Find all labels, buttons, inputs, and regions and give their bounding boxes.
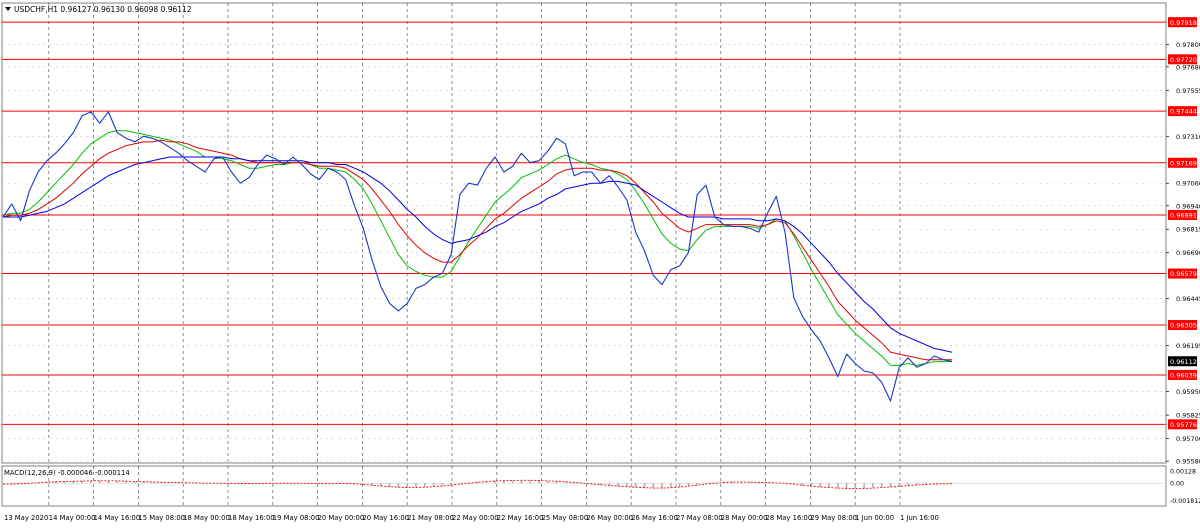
macd-tick-label: 0.00	[1170, 481, 1184, 488]
y-tick-label: 0.95950	[1176, 388, 1200, 396]
x-tick-label: 13 May 2020	[4, 514, 48, 522]
level-tag-label: 0.96891	[1170, 212, 1197, 220]
x-tick-label: 22 May 16:00	[497, 514, 544, 522]
y-tick-label: 0.96445	[1176, 295, 1200, 303]
y-tick-label: 0.97680	[1176, 63, 1200, 71]
x-tick-label: 20 May 16:00	[362, 514, 409, 522]
y-tick-label: 0.97800	[1176, 41, 1200, 49]
x-tick-label: 18 May 16:00	[228, 514, 275, 522]
current-price-label: 0.96112	[1170, 358, 1197, 366]
chart-title: USDCHF,H1 0.96127 0.96130 0.96098 0.9611…	[14, 5, 192, 14]
level-tag-label: 0.97169	[1170, 159, 1197, 167]
x-tick-label: 14 May 00:00	[49, 514, 96, 522]
level-tag-label: 0.96305	[1170, 322, 1197, 330]
y-tick-label: 0.95700	[1176, 435, 1200, 443]
x-tick-label: 18 May 00:00	[183, 514, 230, 522]
x-tick-label: 20 May 00:00	[318, 514, 365, 522]
y-tick-label: 0.97555	[1176, 87, 1200, 95]
x-tick-label: 25 May 08:00	[542, 514, 589, 522]
level-tag-label: 0.97918	[1170, 19, 1197, 27]
level-tag-label: 0.95776	[1170, 421, 1197, 429]
chart-window: 13 May 2020 14 May 00:00 14 May 16:00 15 Ma…	[0, 0, 1200, 525]
chart-svg: 13 May 2020 14 May 00:0014 May 16:0015 Ma…	[0, 0, 1200, 525]
level-tag-label: 0.96039	[1170, 372, 1197, 380]
chart-background	[0, 0, 1200, 525]
y-tick-label: 0.97060	[1176, 180, 1200, 188]
macd-label: MACD(12,26,9) -0.000046 -0.000114	[4, 469, 130, 477]
y-tick-label: 0.95580	[1176, 458, 1200, 466]
x-tick-label: 26 May 16:00	[631, 514, 678, 522]
level-tag-label: 0.96579	[1170, 270, 1197, 278]
y-tick-label: 0.95825	[1176, 412, 1200, 420]
x-tick-label: 28 May 16:00	[766, 514, 813, 522]
y-tick-label: 0.96940	[1176, 202, 1200, 210]
y-tick-label: 0.96195	[1176, 342, 1200, 350]
y-tick-label: 0.96815	[1176, 226, 1200, 234]
macd-tick-label: -0.001812	[1170, 498, 1200, 505]
y-tick-label: 0.97310	[1176, 133, 1200, 141]
x-tick-label: 1 Jun 16:00	[900, 514, 939, 522]
macd-header: MACD(12,26,9) -0.000046 -0.000114	[4, 469, 130, 477]
x-tick-label: 22 May 00:00	[452, 514, 499, 522]
y-tick-label: 0.96690	[1176, 249, 1200, 257]
x-tick-label: 27 May 08:00	[676, 514, 723, 522]
x-tick-label: 28 May 00:00	[721, 514, 768, 522]
x-tick-label: 14 May 16:00	[94, 514, 141, 522]
x-tick-label: 26 May 00:00	[586, 514, 633, 522]
macd-tick-label: 0.00128	[1170, 469, 1196, 476]
x-tick-label: 21 May 08:00	[407, 514, 454, 522]
x-tick-label: 19 May 08:00	[273, 514, 320, 522]
x-tick-label: 29 May 08:00	[810, 514, 857, 522]
x-tick-label: 15 May 08:00	[138, 514, 185, 522]
level-tag-label: 0.97720	[1170, 56, 1197, 64]
header-layer: USDCHF,H1 0.96127 0.96130 0.96098 0.9611…	[5, 5, 192, 14]
x-tick-label: 1 Jun 00:00	[855, 514, 894, 522]
level-tag-label: 0.97444	[1170, 108, 1197, 116]
